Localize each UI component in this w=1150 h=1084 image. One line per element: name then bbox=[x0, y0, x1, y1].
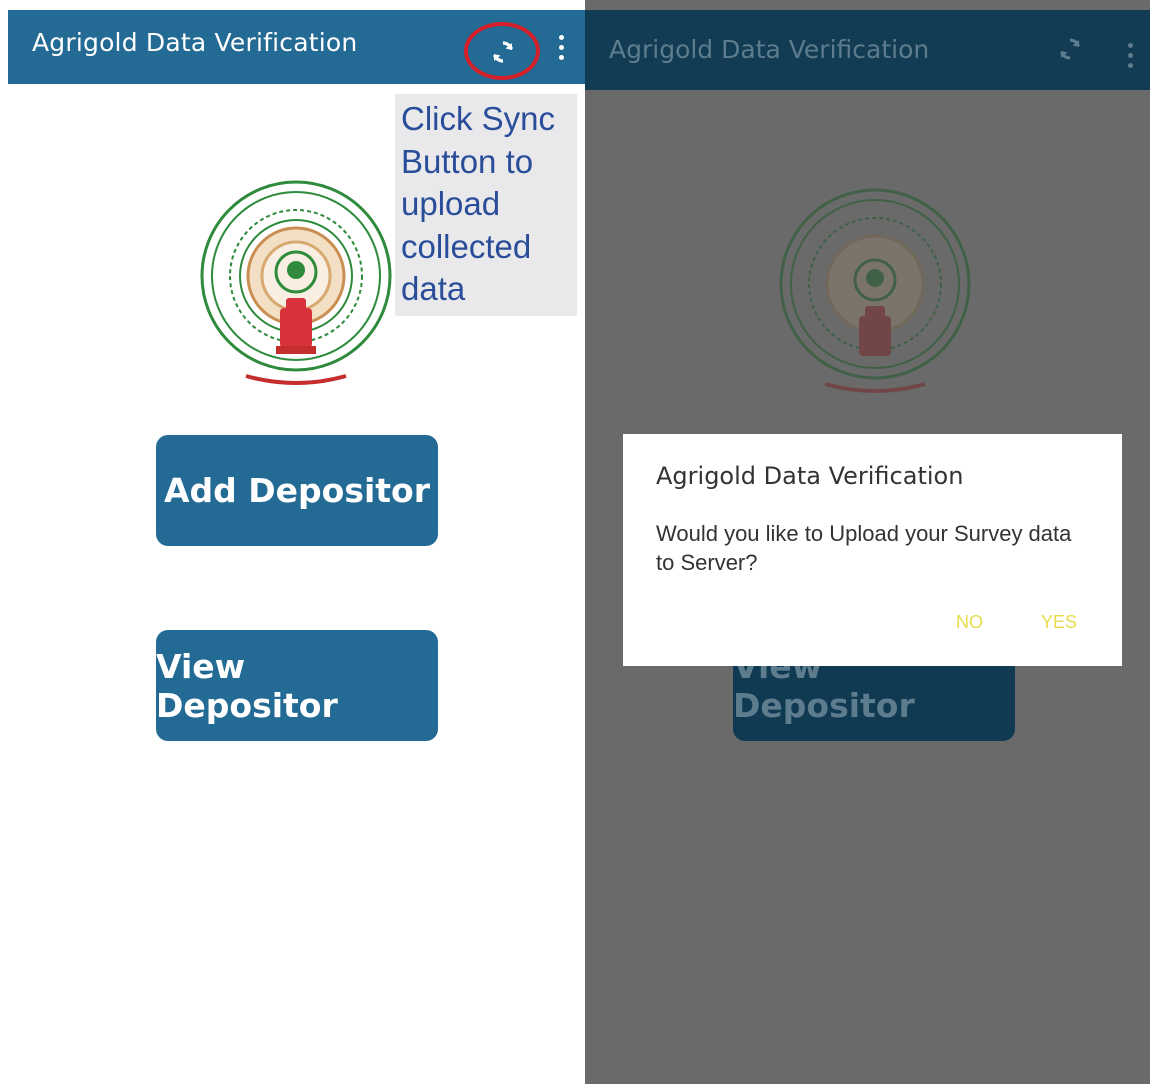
left-screen: Agrigold Data Verification Click Sync Bu… bbox=[0, 0, 585, 1084]
sync-icon bbox=[1060, 38, 1080, 60]
add-depositor-button[interactable]: Add Depositor bbox=[156, 435, 438, 546]
sync-icon bbox=[492, 41, 514, 63]
sync-hint-text: Click Sync Button to upload collected da… bbox=[401, 100, 556, 307]
dialog-message: Would you like to Upload your Survey dat… bbox=[656, 521, 1072, 575]
dialog-title: Agrigold Data Verification bbox=[656, 462, 964, 490]
overflow-menu-icon[interactable] bbox=[553, 32, 569, 64]
app-bar: Agrigold Data Verification bbox=[8, 10, 585, 84]
right-screen-dimmed: Agrigold Data Verification View Deposito… bbox=[585, 0, 1150, 1084]
dialog-yes-button[interactable]: YES bbox=[1041, 612, 1077, 633]
view-depositor-button[interactable]: View Depositor bbox=[156, 630, 438, 741]
upload-confirm-dialog: Agrigold Data Verification Would you lik… bbox=[623, 434, 1122, 666]
overflow-menu-icon bbox=[1122, 40, 1138, 72]
sync-hint-callout: Click Sync Button to upload collected da… bbox=[395, 94, 577, 316]
app-title: Agrigold Data Verification bbox=[32, 28, 358, 57]
andhra-pradesh-emblem-icon bbox=[779, 188, 971, 393]
app-title-dimmed: Agrigold Data Verification bbox=[609, 35, 930, 64]
sync-button[interactable] bbox=[464, 22, 540, 80]
dialog-no-button[interactable]: NO bbox=[956, 612, 983, 633]
andhra-pradesh-emblem-icon bbox=[200, 180, 392, 385]
app-bar-dimmed: Agrigold Data Verification bbox=[585, 10, 1150, 90]
